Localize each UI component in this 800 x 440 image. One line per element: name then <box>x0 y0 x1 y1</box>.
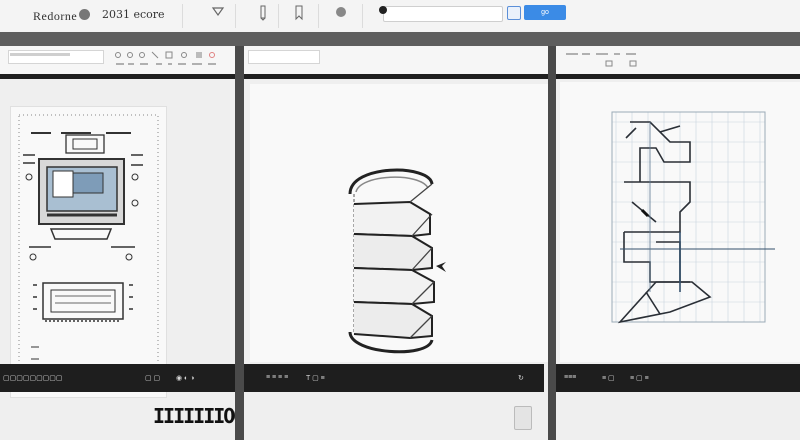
schematic-drawing <box>18 114 159 388</box>
search-input[interactable] <box>383 6 503 22</box>
image-search-icon[interactable] <box>507 6 521 20</box>
blueprint-drawing <box>611 111 775 324</box>
toolbar-separator <box>235 4 236 28</box>
statusbar-controls[interactable]: ▢ ▢ <box>145 374 160 382</box>
blueprint-canvas[interactable] <box>560 82 800 362</box>
bookmark-icon[interactable] <box>289 5 309 25</box>
search-placeholder-lines <box>10 53 70 56</box>
footer-code: IIIIIIIOO <box>153 404 245 428</box>
statusbar-icons[interactable]: ≡≡≡ <box>564 374 576 381</box>
refresh-icon[interactable]: ↻ <box>518 374 524 382</box>
viewer-panel-center: ≡ ≡ ≡ ≡ T ▢ ≡ ↻ <box>244 46 548 440</box>
go-button[interactable]: go <box>524 5 566 20</box>
panel-tool-icons[interactable] <box>564 50 644 70</box>
panel-toolbar <box>0 46 235 75</box>
circle-icon[interactable] <box>331 5 351 25</box>
viewer-panel-left: ▢▢▢▢▢▢▢▢▢ ▢ ▢ ◉ ◐ ◑ IIIIIIIOO <box>0 46 245 440</box>
panel-toolbar <box>556 46 800 75</box>
part-drawing <box>348 168 446 354</box>
panel-statusbar: ▢▢▢▢▢▢▢▢▢ ▢ ▢ ◉ ◐ ◑ <box>0 364 235 392</box>
panel-divider-strip <box>556 74 800 79</box>
statusbar-icons[interactable]: ≡ ≡ ≡ ≡ <box>266 374 288 381</box>
panel-divider-strip <box>244 74 548 79</box>
panel-statusbar: ≡≡≡ ≡ ▢ ≡ ▢ ≡ <box>556 364 800 392</box>
scroll-handle[interactable] <box>514 406 532 430</box>
search-icon <box>379 6 387 14</box>
panel-statusbar: ≡ ≡ ≡ ≡ T ▢ ≡ ↻ <box>244 364 544 392</box>
funnel-icon[interactable] <box>208 5 228 25</box>
toolbar-separator <box>182 4 183 28</box>
toolbar-separator <box>278 4 279 28</box>
toolbar-shadow-band <box>0 32 800 46</box>
version-label: 2031 ecore <box>102 8 165 21</box>
panel-toolbar <box>244 46 548 75</box>
pencil-icon[interactable] <box>253 5 273 25</box>
statusbar-icons[interactable]: ▢▢▢▢▢▢▢▢▢ <box>3 374 63 382</box>
panel-divider-strip <box>0 74 235 79</box>
statusbar-controls[interactable]: ≡ ▢ <box>602 374 615 382</box>
toolbar-separator <box>318 4 319 28</box>
panel-separator[interactable] <box>235 46 244 440</box>
app-brand: Redorne <box>33 9 78 23</box>
record-button[interactable] <box>79 9 90 20</box>
viewer-panel-right: ≡≡≡ ≡ ▢ ≡ ▢ ≡ <box>556 46 800 440</box>
schematic-canvas[interactable] <box>10 106 167 398</box>
panel-search-input[interactable] <box>248 50 320 64</box>
part-canvas[interactable] <box>250 84 548 362</box>
statusbar-toggles[interactable]: ◉ ◐ ◑ <box>176 374 194 382</box>
panel-tool-icons[interactable] <box>112 48 227 70</box>
statusbar-toggles[interactable]: ≡ ▢ ≡ <box>630 374 649 382</box>
statusbar-controls[interactable]: T ▢ ≡ <box>306 374 325 382</box>
toolbar-separator <box>362 4 363 28</box>
